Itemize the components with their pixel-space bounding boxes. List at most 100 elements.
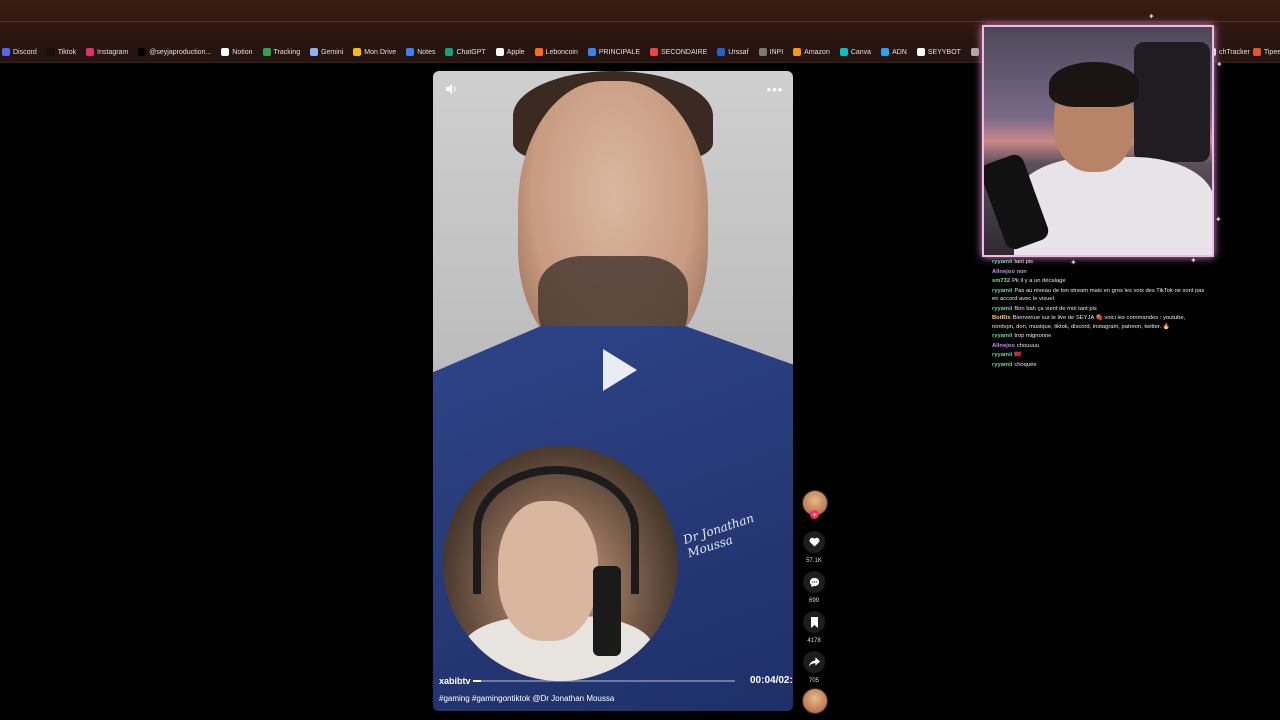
bookmark-label: Mon Drive <box>364 48 397 56</box>
bookmark-chtracker[interactable]: chTracker <box>1208 48 1250 56</box>
follow-plus-icon[interactable]: + <box>810 510 819 519</box>
bookmark-seyybot[interactable]: SEYYBOT <box>916 48 961 56</box>
apple-icon <box>495 48 504 56</box>
bookmark-principale[interactable]: PRINCIPALE <box>587 48 640 56</box>
bookmark-label: Discord <box>13 48 37 56</box>
bookmark-gemini[interactable]: Gemini <box>310 48 343 56</box>
chat-username[interactable]: ryyamii <box>992 288 1012 294</box>
bookmark-label: Gemini <box>321 48 344 56</box>
tracking-icon <box>262 48 271 56</box>
canva-icon <box>839 48 848 56</box>
chat-message: ryyamii 🇲🇦 <box>992 351 1206 360</box>
share-icon[interactable] <box>803 651 825 673</box>
bookmark-tracking[interactable]: Tracking <box>262 48 301 56</box>
chat-text: non <box>1016 268 1027 275</box>
more-options-icon[interactable]: ••• <box>767 81 783 97</box>
chat-message: ryyamii Pas au niveau de ton stream mais … <box>992 287 1206 304</box>
bookmark-label: Instagram <box>97 48 129 56</box>
chat-username[interactable]: ryyamii <box>992 306 1012 312</box>
chat-username[interactable]: ryyamii <box>992 352 1012 358</box>
video-player[interactable]: Dr Jonathan Moussa ••• xabibtv 00:04/02:… <box>433 71 793 711</box>
discord-icon <box>2 48 10 56</box>
bookmark-label: INPI <box>769 48 784 56</box>
instagram-icon <box>86 48 95 56</box>
drive-icon <box>353 48 362 56</box>
chat-text: Bienvenue sur le live de SEYJA 🍓 voici l… <box>992 315 1186 330</box>
chat-message: Allnejoo chouuuu <box>992 342 1206 351</box>
video-author[interactable]: xabibtv <box>439 676 471 686</box>
chat-username[interactable]: sm732 <box>992 278 1010 284</box>
like-heart-icon[interactable] <box>803 531 825 553</box>
reaction-cam-circle <box>443 446 678 681</box>
bookmark-notes[interactable]: Notes <box>406 48 435 56</box>
bookmark-chatgpt[interactable]: ChatGPT <box>445 48 486 56</box>
sparkle-icon: ✦ <box>1215 215 1222 224</box>
chat-username[interactable]: Allnejoo <box>992 269 1015 275</box>
comment-icon[interactable] <box>803 571 825 593</box>
bookmark-mon-drive[interactable]: Mon Drive <box>353 48 396 56</box>
bookmark-seyjaproduction[interactable]: @seyjaproduction... <box>138 48 211 56</box>
play-icon[interactable] <box>603 349 637 391</box>
inpi-icon <box>758 48 767 56</box>
chat-message: ryyamii Bon bah ça vient de moi tant pis <box>992 305 1206 314</box>
chat-message: sm732 Pk il y a un décalage <box>992 277 1206 286</box>
sheets-icon <box>587 48 596 56</box>
chat-username[interactable]: BotRix <box>992 315 1011 321</box>
bookmark-discord[interactable]: Discord <box>2 48 37 56</box>
chat-username[interactable]: ryyamii <box>992 333 1012 339</box>
chat-message: ryyamii trop mignonne <box>992 332 1206 341</box>
chat-text: Pk il y a un décalage <box>1012 278 1066 284</box>
bookmark-tipeee[interactable]: Tipeee <box>1252 48 1280 56</box>
bookmark-urssaf[interactable]: Urssaf <box>717 48 749 56</box>
leboncoin-icon <box>534 48 543 56</box>
notes-icon <box>406 48 415 56</box>
x-icon <box>138 48 147 56</box>
comment-count: 699 <box>808 598 819 604</box>
bookmark-label: Notion <box>232 48 253 56</box>
adn-icon <box>881 48 890 56</box>
video-progress-bar[interactable] <box>473 680 735 682</box>
save-count: 4178 <box>807 638 821 644</box>
chat-message: Allnejoo non <box>992 268 1206 277</box>
bookmark-label: Tracking <box>273 48 301 56</box>
sound-disc-avatar[interactable] <box>802 688 828 714</box>
bookmark-secondaire[interactable]: SECONDAIRE <box>650 48 707 56</box>
chat-text: choquée <box>1014 361 1037 368</box>
chat-message: ryyamii choquée <box>992 361 1206 370</box>
chat-message: ryyamii tant pis <box>992 258 1206 267</box>
bookmark-instagram[interactable]: Instagram <box>86 48 128 56</box>
bookmark-inpi[interactable]: INPI <box>758 48 784 56</box>
sparkle-icon: ✦ <box>1216 60 1223 69</box>
bookmark-icon[interactable] <box>803 611 825 633</box>
chat-text: 🇲🇦 <box>1014 352 1022 358</box>
bookmarks-bar-right: chTracker Tipeee <box>1208 42 1280 62</box>
bookmark-adn[interactable]: ADN <box>881 48 907 56</box>
bookmark-label: Urssaf <box>728 48 749 56</box>
chat-username[interactable]: Allnejoo <box>992 343 1015 349</box>
bookmark-canva[interactable]: Canva <box>839 48 871 56</box>
bookmark-notion[interactable]: Notion <box>221 48 253 56</box>
chat-username[interactable]: ryyamii <box>992 259 1012 265</box>
chat-text: tant pis <box>1014 259 1034 265</box>
chart-icon <box>650 48 658 56</box>
streamer-webcam <box>982 25 1214 257</box>
tiktok-icon <box>46 48 55 56</box>
tipeee-icon <box>1252 48 1261 56</box>
chat-text: Bon bah ça vient de moi tant pis <box>1014 305 1097 312</box>
bookmark-label: ChatGPT <box>456 48 486 56</box>
chat-text: Pas au niveau de ton stream mais en gros… <box>992 287 1205 303</box>
bookmark-apple[interactable]: Apple <box>495 48 525 56</box>
patreon-icon <box>970 48 979 56</box>
bookmark-label: Amazon <box>804 48 830 56</box>
volume-icon[interactable] <box>443 81 459 97</box>
bookmark-tiktok[interactable]: Tiktok <box>46 48 77 56</box>
bookmark-label: Tiktok <box>57 48 77 56</box>
bookmark-amazon[interactable]: Amazon <box>793 48 830 56</box>
bookmark-label: Tipeee <box>1263 48 1280 56</box>
bookmark-leboncoin[interactable]: Leboncoin <box>534 48 578 56</box>
video-caption[interactable]: #gaming #gamingontiktok @Dr Jonathan Mou… <box>439 694 614 703</box>
chat-username[interactable]: ryyamii <box>992 362 1012 368</box>
bookmark-label: chTracker <box>1219 48 1250 56</box>
bookmark-label: Apple <box>506 48 525 56</box>
notion-icon <box>221 48 230 56</box>
